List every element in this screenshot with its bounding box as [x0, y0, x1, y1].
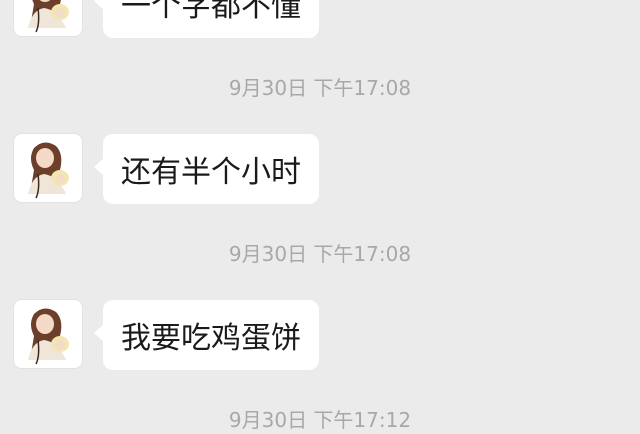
avatar[interactable]: [14, 134, 82, 202]
message-text: 还有半个小时: [121, 155, 301, 190]
message-row: 一个字都不懂: [14, 0, 324, 38]
message-bubble[interactable]: 一个字都不懂: [94, 0, 319, 38]
avatar-anime-girl-icon: [14, 134, 82, 202]
message-bubble[interactable]: 还有半个小时: [94, 134, 319, 204]
chat-message-list[interactable]: 一个字都不懂 9月30日 下午17:08 还有半个小时 9月30日 下午17:0…: [0, 0, 640, 432]
avatar[interactable]: [14, 300, 82, 368]
timestamp: 9月30日 下午17:12: [228, 408, 412, 432]
avatar[interactable]: [14, 0, 82, 36]
message-row: 还有半个小时: [14, 134, 324, 204]
message-text: 一个字都不懂: [121, 0, 301, 24]
message-bubble[interactable]: 我要吃鸡蛋饼: [94, 300, 319, 370]
timestamp: 9月30日 下午17:08: [228, 242, 412, 266]
message-text: 我要吃鸡蛋饼: [121, 321, 301, 356]
timestamp: 9月30日 下午17:08: [228, 76, 412, 100]
message-row: 我要吃鸡蛋饼: [14, 300, 324, 370]
avatar-anime-girl-icon: [14, 300, 82, 368]
avatar-anime-girl-icon: [14, 0, 82, 36]
